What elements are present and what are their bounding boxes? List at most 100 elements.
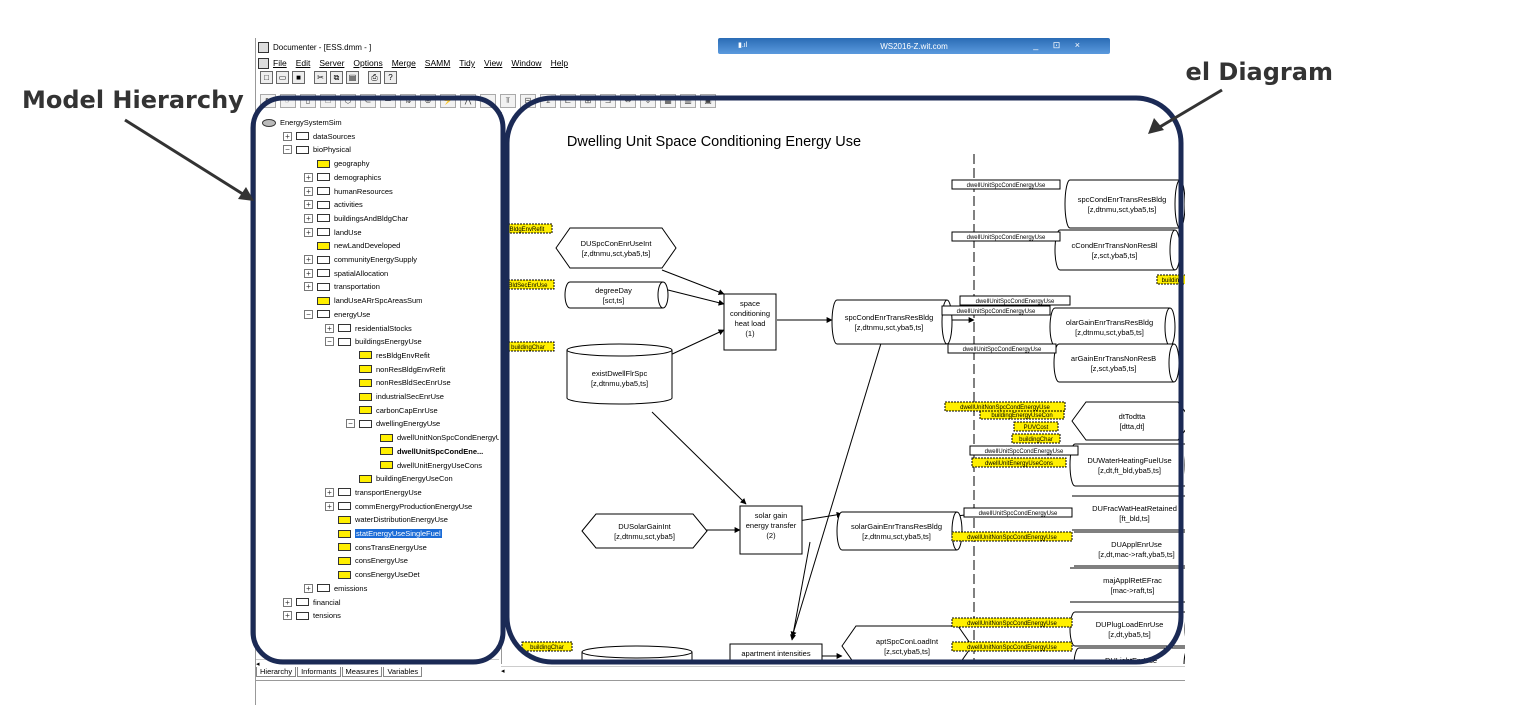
tab-variables[interactable]: Variables: [383, 667, 423, 677]
expander-icon[interactable]: +: [325, 487, 334, 497]
remote-session-bar[interactable]: ▮.ıl WS2016-Z.wit.com _ ⊡ ×: [718, 38, 1110, 54]
expander-icon[interactable]: +: [304, 213, 313, 223]
tree-item[interactable]: dwellUnitNonSpcCondEnergyU: [367, 431, 499, 444]
cylinder-tool-icon[interactable]: ⊂: [360, 94, 376, 108]
menu-item-help[interactable]: Help: [551, 58, 568, 68]
menu-item-options[interactable]: Options: [353, 58, 382, 68]
expander-icon[interactable]: +: [325, 323, 334, 333]
space-h-icon[interactable]: ⇹: [620, 94, 636, 108]
tree-item[interactable]: − buildingsEnergyUse: [325, 335, 422, 348]
tree-item[interactable]: + transportEnergyUse: [325, 486, 422, 499]
graph-tool-icon[interactable]: ⋀: [460, 94, 476, 108]
align-center-icon[interactable]: ⊞: [580, 94, 596, 108]
remote-window-controls[interactable]: _ ⊡ ×: [1033, 40, 1086, 51]
same-size-icon[interactable]: ▣: [700, 94, 716, 108]
tree-item[interactable]: + residentialStocks: [325, 322, 412, 335]
tree-item[interactable]: + buildingsAndBldgChar: [304, 212, 408, 225]
line-tool-icon[interactable]: ─: [380, 94, 396, 108]
expander-icon[interactable]: +: [304, 583, 313, 593]
tree-item[interactable]: + commEnergyProductionEnergyUse: [325, 500, 472, 513]
model-diagram-canvas[interactable]: Dwelling Unit Space Conditioning Energy …: [501, 112, 1185, 705]
box-tool-icon[interactable]: □: [320, 94, 336, 108]
expander-icon[interactable]: −: [283, 145, 292, 155]
expander-icon[interactable]: +: [304, 200, 313, 210]
tree-item[interactable]: + financial: [283, 596, 341, 609]
tree-item[interactable]: nonResBldSecEnrUse: [346, 376, 451, 389]
sort-tool-icon[interactable]: ⇅: [400, 94, 416, 108]
tree-item[interactable]: consEnergyUse: [325, 554, 408, 567]
tab-hierarchy[interactable]: Hierarchy: [256, 667, 297, 677]
tree-item[interactable]: carbonCapEnrUse: [346, 404, 438, 417]
tree-item[interactable]: geography: [304, 157, 369, 170]
menu-item-window[interactable]: Window: [511, 58, 541, 68]
tree-item[interactable]: − bioPhysical: [283, 143, 351, 156]
tree-item[interactable]: + dataSources: [283, 130, 355, 143]
tree-item[interactable]: waterDistributionEnergyUse: [325, 513, 448, 526]
run-tool-icon[interactable]: ⚡: [440, 94, 456, 108]
save-icon[interactable]: ■: [292, 71, 305, 84]
align-left-icon[interactable]: ⊏: [560, 94, 576, 108]
expander-icon[interactable]: +: [304, 227, 313, 237]
tree-item[interactable]: + demographics: [304, 171, 381, 184]
pointer-tool-icon[interactable]: ↖: [260, 94, 276, 108]
expander-icon[interactable]: +: [304, 186, 313, 196]
align-bottom-icon[interactable]: ⫫: [540, 94, 556, 108]
tree-item[interactable]: + landUse: [304, 226, 362, 239]
tree-item[interactable]: + humanResources: [304, 185, 393, 198]
expander-icon[interactable]: −: [304, 309, 313, 319]
tree-item[interactable]: buildingEnergyUseCon: [346, 472, 453, 485]
tree-item[interactable]: industrialSecEnrUse: [346, 390, 444, 403]
tree-item[interactable]: + spatialAllocation: [304, 267, 388, 280]
paste-icon[interactable]: ▤: [346, 71, 359, 84]
tree-item[interactable]: nonResBldgEnvRefit: [346, 363, 445, 376]
tree-item[interactable]: + activities: [304, 198, 363, 211]
menu-item-server[interactable]: Server: [319, 58, 344, 68]
space-v-icon[interactable]: ⇳: [640, 94, 656, 108]
menu-item-merge[interactable]: Merge: [392, 58, 416, 68]
expander-icon[interactable]: +: [283, 611, 292, 621]
arrow-left-icon[interactable]: ←: [480, 94, 496, 108]
align-middle-icon[interactable]: ⊟: [520, 94, 536, 108]
tree-item[interactable]: landUseARrSpcAreasSum: [304, 294, 422, 307]
hex-tool-icon[interactable]: ⬡: [340, 94, 356, 108]
tab-informants[interactable]: Informants: [297, 667, 341, 677]
diagram-scrollbar[interactable]: ◂: [501, 666, 1185, 676]
tree-item[interactable]: + communityEnergySupply: [304, 253, 417, 266]
cut-icon[interactable]: ✂: [314, 71, 327, 84]
tree-item[interactable]: EnergySystemSim: [262, 116, 342, 129]
tree-item[interactable]: − dwellingEnergyUse: [346, 417, 440, 430]
copy-icon[interactable]: ⧉: [330, 71, 343, 84]
help-icon[interactable]: ?: [384, 71, 397, 84]
expander-icon[interactable]: −: [325, 337, 334, 347]
tree-item[interactable]: + emissions: [304, 582, 367, 595]
open-folder-icon[interactable]: ▭: [276, 71, 289, 84]
expander-icon[interactable]: −: [346, 419, 355, 429]
align-right-icon[interactable]: ⊐: [600, 94, 616, 108]
expander-icon[interactable]: +: [283, 131, 292, 141]
tree-item[interactable]: + tensions: [283, 609, 341, 622]
expander-icon[interactable]: +: [304, 282, 313, 292]
layout-icon[interactable]: ▥: [680, 94, 696, 108]
expander-icon[interactable]: +: [325, 501, 334, 511]
tree-item[interactable]: consEnergyUseDet: [325, 568, 420, 581]
expander-icon[interactable]: +: [283, 597, 292, 607]
tree-item[interactable]: statEnergyUseSingleFuel: [325, 527, 442, 540]
tree-item[interactable]: − energyUse: [304, 308, 370, 321]
expander-icon[interactable]: +: [304, 268, 313, 278]
align-top-icon[interactable]: ⫪: [500, 94, 516, 108]
menu-item-file[interactable]: File: [273, 58, 287, 68]
tree-item[interactable]: consTransEnergyUse: [325, 541, 427, 554]
tree-item[interactable]: newLandDeveloped: [304, 239, 400, 252]
tank-tool-icon[interactable]: ▯: [300, 94, 316, 108]
grid-icon[interactable]: ▦: [660, 94, 676, 108]
hand-tool-icon[interactable]: ☞: [280, 94, 296, 108]
zoom-tool-icon[interactable]: ⊕: [420, 94, 436, 108]
tab-measures[interactable]: Measures: [341, 667, 383, 677]
tree-item[interactable]: dwellUnitSpcCondEne...: [367, 445, 483, 458]
tree-item[interactable]: dwellUnitEnergyUseCons: [367, 459, 482, 472]
menu-item-view[interactable]: View: [484, 58, 502, 68]
tree-item[interactable]: + transportation: [304, 280, 380, 293]
menu-item-samm[interactable]: SAMM: [425, 58, 451, 68]
expander-icon[interactable]: +: [304, 255, 313, 264]
print-icon[interactable]: ⎙: [368, 71, 381, 84]
